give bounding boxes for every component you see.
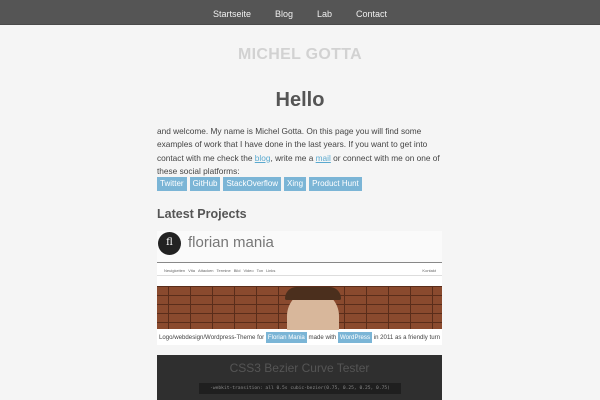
nav-link-blog[interactable]: Blog — [275, 9, 293, 19]
project-nav-item: Ton — [256, 268, 264, 273]
project-nav-item: Neuigkeiten — [164, 268, 186, 273]
project-nav-contact: Kontakt — [422, 268, 436, 273]
blog-link[interactable]: blog — [255, 153, 271, 163]
social-stackoverflow-button[interactable]: StackOverflow — [223, 177, 282, 191]
page-heading: Hello — [275, 89, 325, 111]
florian-mania-logo: fl — [158, 232, 181, 255]
social-github-button[interactable]: GitHub — [189, 177, 221, 191]
caption-text: made with — [306, 334, 338, 341]
caption-tag-wordpress[interactable]: WordPress — [338, 332, 373, 343]
project-card-bezier-tester[interactable]: CSS3 Bezier Curve Tester -webkit-transit… — [157, 355, 442, 400]
project-screenshot-nav: Neuigkeiten Vita Attacken Termine Bild V… — [164, 268, 278, 273]
caption-text: in 2011 as a friendly turn — [372, 334, 441, 341]
project-nav-item: Bild — [233, 268, 241, 273]
project-card-florian-mania[interactable]: fl florian mania Neuigkeiten Vita Attack… — [157, 231, 442, 345]
latest-projects-heading: Latest Projects — [157, 207, 247, 221]
social-twitter-button[interactable]: Twitter — [157, 177, 187, 191]
project-brand-name: florian mania — [188, 234, 274, 251]
nav-link-startseite[interactable]: Startseite — [213, 9, 251, 19]
nav-link-lab[interactable]: Lab — [317, 9, 332, 19]
divider — [157, 262, 442, 263]
project-nav-item: Vita — [188, 268, 195, 273]
project-nav-item: Video — [243, 268, 254, 273]
project-caption: Logo/webdesign/Wordpress-Theme for Flori… — [157, 332, 442, 343]
site-title: MICHEL GOTTA — [238, 46, 362, 63]
nav-link-contact[interactable]: Contact — [356, 9, 387, 19]
mail-link[interactable]: mail — [316, 153, 331, 163]
bezier-code-sample: -webkit-transition: all 0.5s cubic-bezie… — [199, 383, 401, 394]
social-links: Twitter GitHub StackOverflow Xing Produc… — [157, 177, 365, 191]
caption-tag-florian-mania[interactable]: Florian Mania — [265, 332, 307, 343]
caption-text: Logo/webdesign/Wordpress-Theme for — [158, 334, 266, 341]
intro-text: and welcome. My name is Michel Gotta. On… — [157, 125, 447, 178]
bezier-tester-title: CSS3 Bezier Curve Tester — [229, 361, 370, 375]
person-hair-photo — [285, 287, 341, 300]
social-producthunt-button[interactable]: Product Hunt — [309, 177, 362, 191]
social-xing-button[interactable]: Xing — [284, 177, 307, 191]
project-nav-item: Links — [266, 268, 276, 273]
project-header: fl florian mania — [157, 231, 442, 262]
project-nav-item: Termine — [216, 268, 231, 273]
top-navigation: Startseite Blog Lab Contact — [0, 0, 600, 25]
divider — [157, 275, 442, 276]
intro-text-part2: , write me a — [270, 152, 316, 163]
project-nav-item: Attacken — [197, 268, 214, 273]
